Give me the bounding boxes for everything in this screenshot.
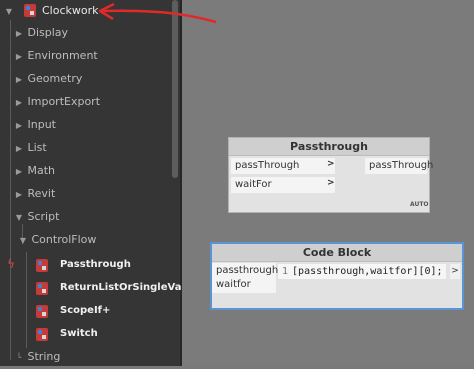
arrow-shaft xyxy=(101,9,217,24)
annotation-arrow xyxy=(98,2,217,24)
